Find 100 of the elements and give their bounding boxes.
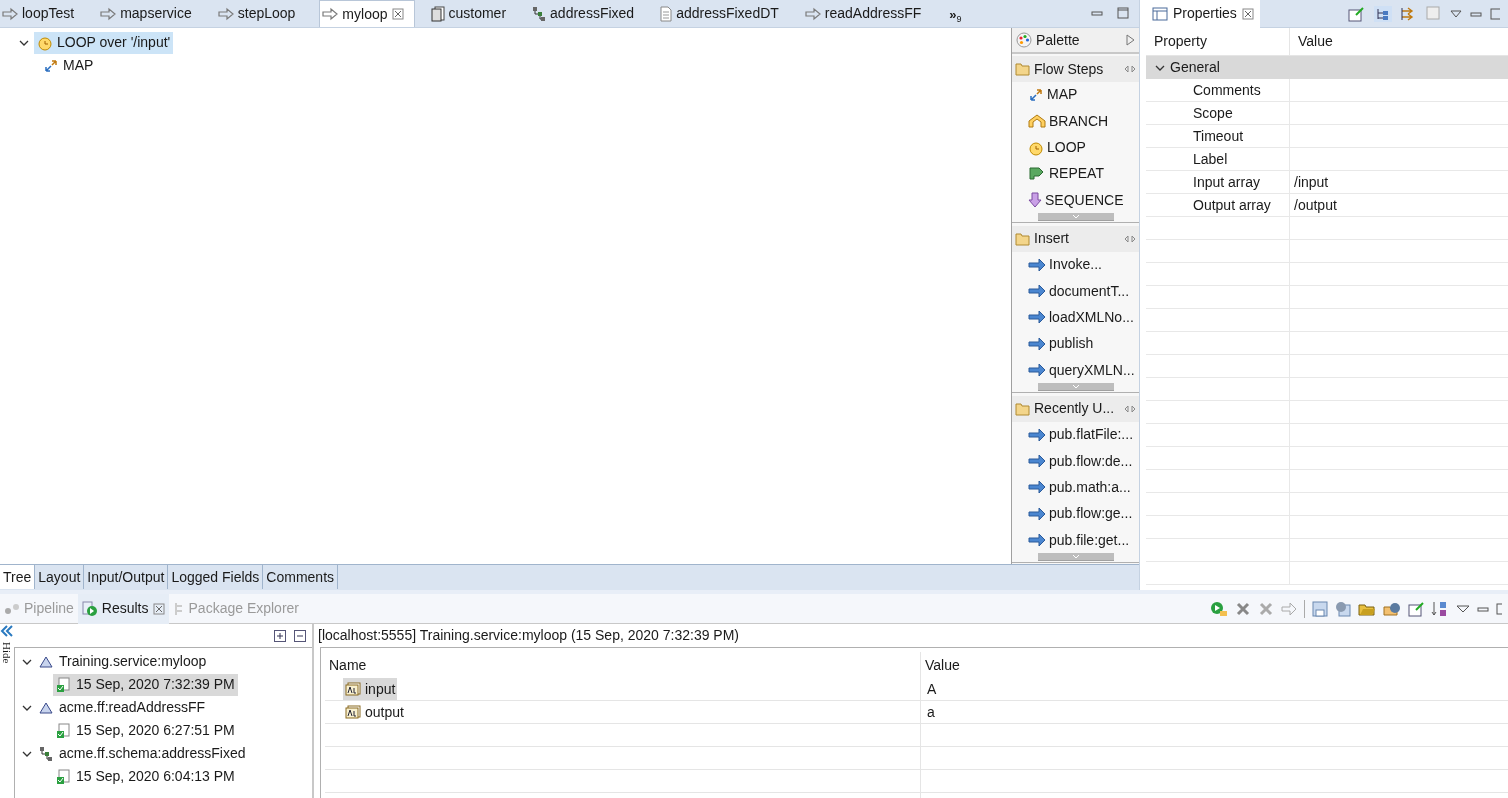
view-tab[interactable]: Results [77,593,169,624]
property-group-row[interactable]: General [1146,56,1508,79]
close-icon[interactable] [391,8,404,20]
column-header[interactable]: Value [1290,28,1508,55]
palette-header: Palette [1012,28,1139,55]
editor-tab[interactable]: loopTest [0,0,85,27]
column-header[interactable]: Property [1146,28,1290,55]
palette-item[interactable]: publish [1012,330,1139,357]
arrow-icon [1028,506,1046,521]
folder-icon [1015,231,1031,246]
repeat-icon [1028,165,1046,182]
palette-item[interactable]: LOOP [1012,134,1139,161]
tree-item[interactable]: input [343,678,398,700]
pin-icon[interactable] [1124,233,1136,244]
table-cell-text: a [926,702,936,722]
expand-triangle-icon[interactable] [1125,34,1135,47]
edit-icon[interactable] [1408,600,1424,617]
maximize-icon[interactable] [1117,7,1129,19]
editor-tab[interactable]: addressFixedDT [658,0,789,27]
delete-icon[interactable] [1235,600,1251,617]
editor-tab[interactable]: customer [428,0,517,27]
arrow-icon [804,6,821,21]
maximize-icon[interactable] [1496,602,1502,615]
maximize-icon[interactable] [1490,7,1500,20]
tree-item[interactable]: 15 Sep, 2020 6:27:51 PM [53,719,238,742]
tree-item[interactable]: 15 Sep, 2020 6:04:13 PM [53,765,238,788]
palette-item[interactable]: loadXMLNo... [1012,304,1139,331]
palette-item[interactable]: BRANCH [1012,108,1139,135]
editor-view-tab[interactable]: Tree [0,565,36,589]
scroll-down-button[interactable] [1037,383,1114,392]
tree-item[interactable]: MAP [40,54,97,77]
palette-item[interactable]: queryXMLN... [1012,357,1139,384]
close-icon[interactable] [152,602,165,615]
arrow-icon [100,6,117,21]
hide-label[interactable]: Hide [0,642,16,664]
drawer-header[interactable]: Recently U... [1012,396,1139,422]
palette-item[interactable]: pub.flatFile:... [1012,421,1139,448]
pin-icon[interactable] [1124,403,1136,414]
tree-item[interactable]: acme.ff:readAddressFF [39,697,206,718]
palette-item[interactable]: documentT... [1012,277,1139,305]
save-as-icon[interactable] [1335,600,1351,617]
column-header[interactable]: Value [921,652,1508,678]
arrow-icon [1028,480,1046,495]
folder-arrow-icon[interactable] [1383,600,1401,617]
pin-icon[interactable] [1124,64,1136,75]
palette-item[interactable]: pub.flow:de... [1012,447,1139,475]
chevron-down-icon [1071,554,1080,560]
table-icon [1152,6,1168,21]
arrow-icon [322,7,339,21]
map-icon [43,57,59,74]
editor-tab[interactable]: readAddressFF [802,0,932,27]
drawer-header[interactable]: Insert [1012,226,1139,252]
tree-item[interactable]: Training.service:myloop [39,651,207,672]
property-value: /input [1293,172,1330,192]
palette-item[interactable]: Invoke... [1012,251,1139,278]
arrow-icon [1028,454,1046,468]
editor-tab[interactable]: myloop [319,0,415,27]
tree-item[interactable]: output [343,701,406,723]
result-icon [56,676,70,693]
palette-item[interactable]: pub.math:a... [1012,474,1139,501]
schema-icon [39,745,53,762]
property-name: Timeout [1146,125,1290,147]
palette-icon [1016,32,1032,49]
table-cell-text: A [926,679,938,699]
edit-icon[interactable] [1348,5,1366,22]
sequence-icon [1028,192,1042,209]
property-value: /output [1293,195,1338,215]
view-tab[interactable]: Properties [1146,0,1260,28]
tree-item[interactable]: 15 Sep, 2020 7:32:39 PM [53,673,238,696]
arrow-icon [1028,363,1046,378]
view-menu-icon[interactable] [1450,8,1462,19]
editor-tab[interactable]: addressFixed [530,0,645,27]
forward-arrow-icon[interactable] [1281,600,1297,617]
close-icon[interactable] [1241,7,1254,20]
palette-item[interactable]: pub.file:get... [1012,526,1139,554]
sort-icon[interactable] [1431,599,1449,618]
delete-all-icon[interactable] [1258,600,1274,617]
collapse-all-icon[interactable] [294,629,306,642]
editor-tab[interactable]: stepLoop [215,0,306,27]
arrow-icon [1028,257,1046,272]
view-menu-icon[interactable] [1456,603,1470,614]
palette-item[interactable]: MAP [1012,81,1139,109]
save-icon[interactable] [1312,600,1328,617]
chevron-down-icon [1071,214,1080,220]
chevron-down-icon [1071,384,1080,390]
drawer-header[interactable]: Flow Steps [1012,56,1139,82]
arrow-icon [217,6,234,21]
palette-item[interactable]: SEQUENCE [1012,187,1139,214]
run-icon[interactable] [1210,600,1228,617]
collapse-icon[interactable] [0,624,14,638]
expand-all-icon[interactable] [274,629,286,642]
string-field-icon [345,705,361,719]
tree-icon[interactable] [1374,5,1392,22]
palette-item[interactable]: pub.flow:ge... [1012,500,1139,527]
palette-item[interactable]: REPEAT [1012,160,1139,188]
scroll-down-button[interactable] [1037,553,1114,562]
scroll-down-button[interactable] [1037,213,1114,222]
tree-item[interactable]: LOOP over '/input' [34,31,174,54]
editor-tab[interactable]: mapservice [98,0,202,27]
tree-item[interactable]: acme.ff.schema:addressFixed [39,743,246,764]
